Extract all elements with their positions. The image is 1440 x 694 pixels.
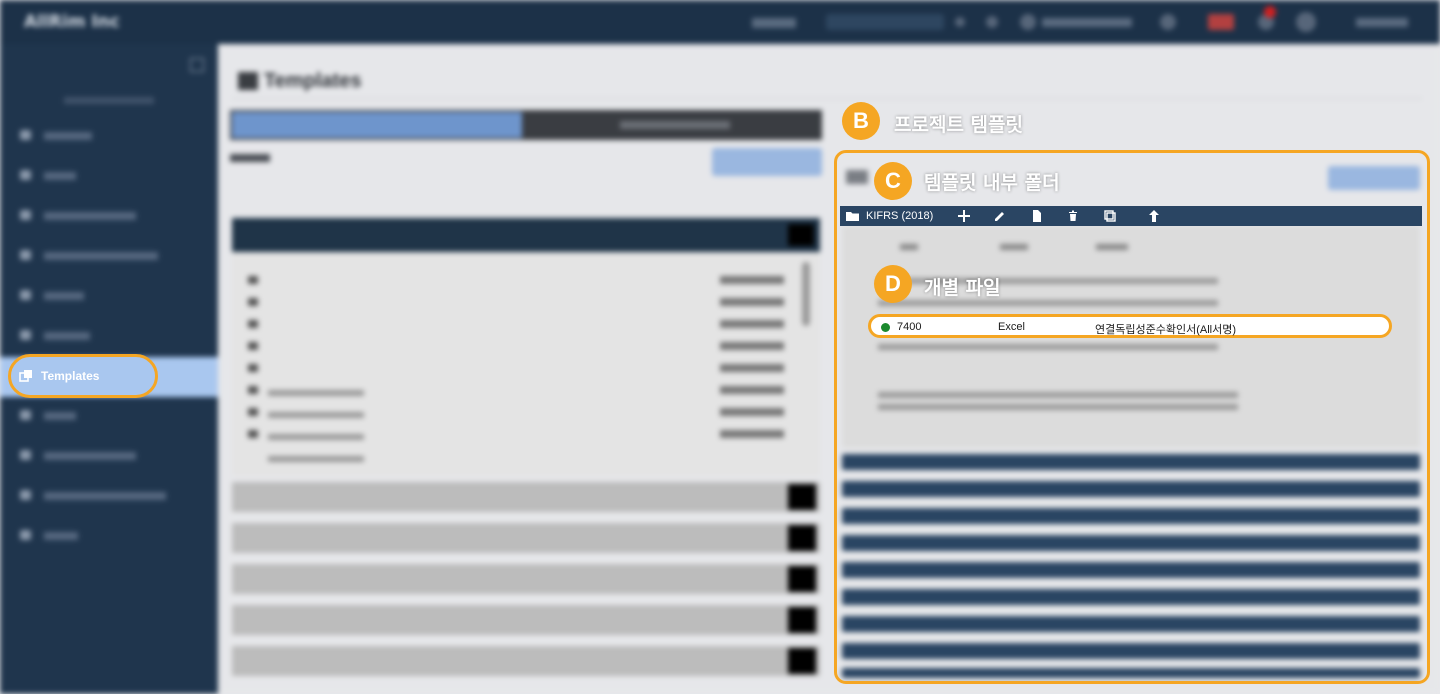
status-dot [881, 323, 890, 332]
sidebar-item-clients[interactable] [44, 172, 76, 180]
user-menu[interactable] [1356, 18, 1408, 27]
copy-icon[interactable] [1102, 208, 1118, 224]
sidebar-item-projects[interactable] [44, 332, 90, 340]
arrow-up-icon[interactable] [1146, 208, 1162, 224]
scrollbar[interactable] [802, 262, 810, 326]
add-icon[interactable] [956, 208, 972, 224]
page-title: Templates [264, 70, 362, 92]
templates-icon [19, 370, 32, 382]
folder-open-icon [846, 211, 859, 221]
sidebar-item-groups[interactable] [44, 292, 84, 300]
folder-name: KIFRS (2018) [866, 210, 934, 222]
sidebar-item-dashboard[interactable] [44, 212, 136, 220]
sidebar-item-quality[interactable] [44, 492, 166, 500]
highlighted-file-row[interactable]: 7400 Excel 연결독립성준수확인서(All서명) [868, 314, 1392, 338]
callout-label-c: 템플릿 내부 폴더 [924, 172, 1060, 194]
template-row[interactable] [232, 523, 820, 553]
sidebar-item-templates[interactable]: Templates [8, 354, 158, 398]
search-icon[interactable] [986, 16, 998, 28]
brand-logo: AllRim Inc [24, 12, 120, 32]
template-folder-bar[interactable]: KIFRS (2018) [840, 206, 1422, 226]
file-type: Excel [998, 321, 1025, 333]
project-template-highlight [834, 150, 1430, 684]
callout-badge-c: C [874, 162, 912, 200]
template-header [232, 218, 820, 252]
collapse-sidebar-icon[interactable] [190, 58, 204, 72]
folder-list-icons [248, 276, 258, 446]
sidebar-item-trash[interactable] [44, 412, 76, 420]
file-icon[interactable] [1029, 208, 1045, 224]
template-row-buttons[interactable] [788, 484, 816, 684]
notification-badge [1264, 6, 1276, 18]
template-options-button[interactable] [788, 224, 814, 246]
folder-list-labels [268, 390, 364, 464]
template-row[interactable] [232, 646, 820, 676]
edit-icon[interactable] [992, 208, 1008, 224]
chevron-down-icon[interactable] [955, 17, 965, 27]
sidebar-item-mypage[interactable] [44, 132, 92, 140]
title-divider [232, 98, 1422, 99]
create-template-button[interactable] [712, 148, 822, 176]
sidebar-item-label: Templates [41, 369, 100, 383]
lock-icon[interactable] [1160, 14, 1176, 30]
templates-title-icon [238, 72, 258, 90]
callout-label-b: 프로젝트 템플릿 [894, 114, 1023, 136]
template-row[interactable] [232, 605, 820, 635]
file-name: 연결독립성준수확인서(All서명) [1095, 324, 1236, 336]
help-icon[interactable] [1296, 12, 1316, 32]
org-selector[interactable] [1042, 18, 1132, 27]
callout-badge-b: B [842, 102, 880, 140]
template-row[interactable] [232, 482, 820, 512]
trash-icon[interactable] [1065, 208, 1081, 224]
callout-badge-d: D [874, 265, 912, 303]
flag-icon[interactable] [1208, 14, 1234, 30]
file-code: 7400 [897, 321, 922, 333]
callout-label-d: 개별 파일 [924, 277, 1001, 299]
sidebar-item-report[interactable] [44, 452, 136, 460]
template-row[interactable] [232, 564, 820, 594]
sidebar-item-archive[interactable] [44, 252, 158, 260]
sort-control[interactable] [230, 154, 270, 162]
org-avatar[interactable] [1020, 14, 1036, 30]
tab-project-templates[interactable] [232, 112, 522, 138]
top-bar-menu[interactable] [752, 18, 796, 28]
search-input[interactable] [826, 14, 944, 30]
organization-view-label [64, 97, 154, 104]
tab-workpaper-library[interactable] [620, 121, 730, 129]
sidebar-item-setup[interactable] [44, 532, 78, 540]
folder-list-actions[interactable] [720, 276, 784, 446]
